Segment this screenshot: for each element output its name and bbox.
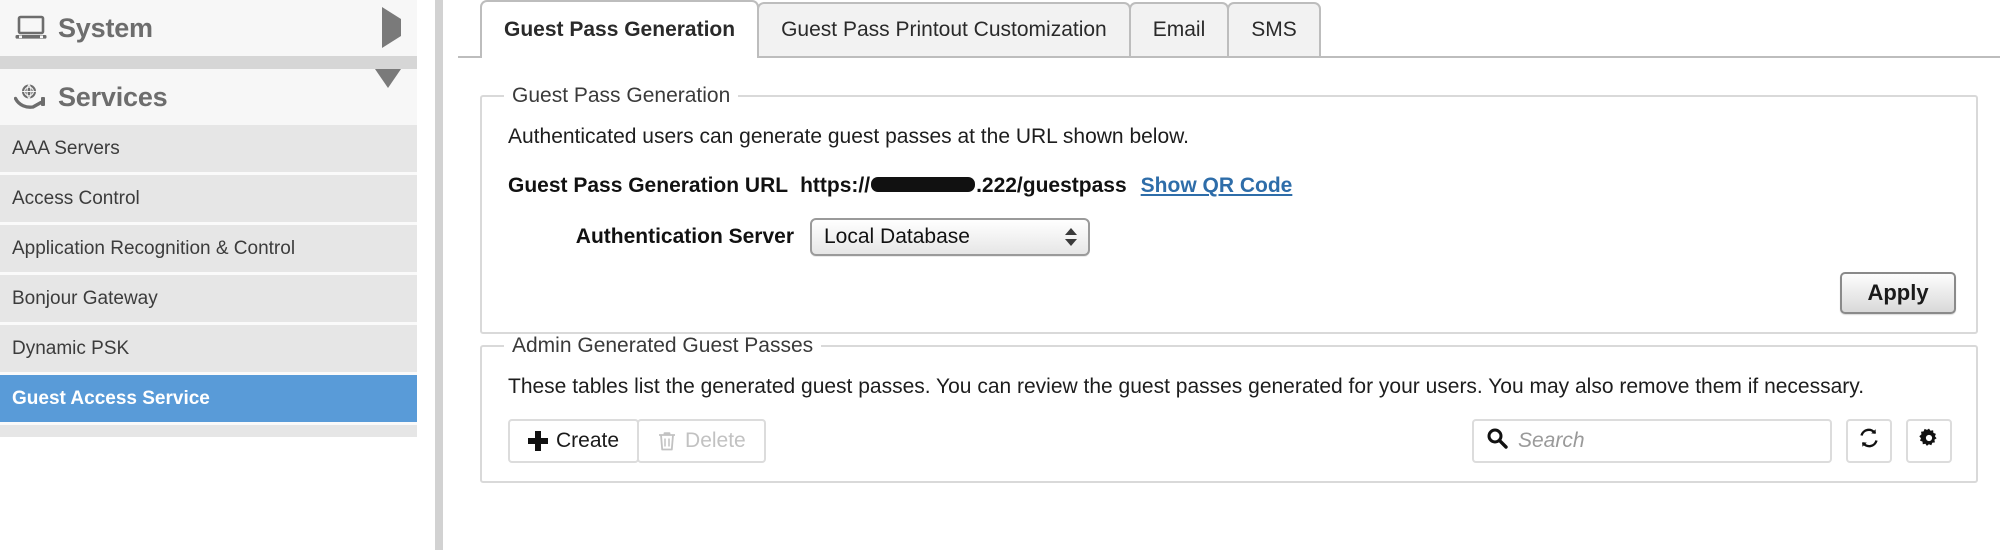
sidebar-item-label: Bonjour Gateway — [12, 287, 158, 309]
sidebar-group-label: System — [58, 12, 153, 43]
tab-label: Guest Pass Generation — [504, 18, 736, 41]
sidebar: System Services AAA Servers Access Contr… — [0, 0, 417, 550]
authentication-server-select[interactable]: Local Database — [810, 218, 1090, 257]
sidebar-item-aaa-servers[interactable]: AAA Servers — [0, 125, 417, 175]
services-hand-globe-icon — [14, 82, 48, 112]
guest-pass-toolbar: Create Delete Search — [508, 418, 1956, 463]
guest-pass-url-label: Guest Pass Generation URL — [508, 174, 789, 198]
tab-guest-pass-printout-customization[interactable]: Guest Pass Printout Customization — [757, 2, 1131, 56]
url-prefix: https:// — [800, 174, 871, 198]
tab-label: SMS — [1251, 18, 1297, 41]
apply-row: Apply — [502, 272, 1956, 315]
sidebar-group-label: Services — [58, 81, 168, 112]
main-content: Guest Pass Generation Guest Pass Printou… — [443, 0, 2000, 550]
guest-pass-url-value: https:// .222/guestpass — [800, 174, 1127, 198]
sidebar-item-label: Access Control — [12, 187, 140, 209]
refresh-icon — [1858, 427, 1880, 454]
apply-button-label: Apply — [1867, 280, 1929, 306]
settings-button[interactable] — [1906, 418, 1952, 463]
toolbar-right-group: Search — [1472, 418, 1956, 463]
create-button[interactable]: Create — [508, 418, 640, 463]
chevron-updown-icon — [1064, 228, 1078, 247]
refresh-button[interactable] — [1846, 418, 1892, 463]
sidebar-item-next-partial[interactable] — [0, 425, 417, 437]
panel-legend: Admin Generated Guest Passes — [512, 334, 814, 358]
panel-description: Authenticated users can generate guest p… — [508, 125, 1189, 148]
delete-button-label: Delete — [685, 428, 746, 452]
app-root: System Services AAA Servers Access Contr… — [0, 0, 2000, 550]
guest-pass-url-row: Guest Pass Generation URL https:// .222/g… — [508, 174, 1956, 198]
guest-pass-generation-panel: Guest Pass Generation Authenticated user… — [480, 84, 1978, 335]
sidebar-item-label: Dynamic PSK — [12, 337, 130, 359]
sidebar-item-label: Guest Access Service — [12, 387, 210, 409]
tab-sms[interactable]: SMS — [1227, 2, 1321, 56]
sidebar-item-guest-access-service[interactable]: Guest Access Service — [0, 375, 417, 425]
tab-label: Email — [1152, 18, 1206, 41]
sidebar-item-label: AAA Servers — [12, 137, 120, 159]
search-icon — [1486, 427, 1508, 454]
panels-container: Guest Pass Generation Authenticated user… — [458, 58, 2000, 483]
gear-icon — [1918, 427, 1940, 454]
redaction-mark — [871, 177, 976, 193]
show-qr-code-link[interactable]: Show QR Code — [1141, 174, 1293, 198]
tab-email[interactable]: Email — [1128, 2, 1230, 56]
sidebar-group-system[interactable]: System — [0, 0, 417, 56]
admin-generated-guest-passes-panel: Admin Generated Guest Passes These table… — [480, 334, 1978, 483]
chevron-right-icon[interactable] — [382, 7, 401, 48]
search-placeholder: Search — [1518, 428, 1585, 452]
sidebar-divider — [0, 56, 417, 69]
sidebar-item-application-recognition-control[interactable]: Application Recognition & Control — [0, 225, 417, 275]
sidebar-item-access-control[interactable]: Access Control — [0, 175, 417, 225]
plus-icon — [528, 430, 548, 451]
panel-legend: Guest Pass Generation — [512, 84, 731, 107]
tab-guest-pass-generation[interactable]: Guest Pass Generation — [480, 0, 760, 58]
trash-icon — [657, 430, 677, 452]
search-input[interactable]: Search — [1472, 418, 1832, 463]
authentication-server-row: Authentication Server Local Database — [508, 218, 1956, 257]
laptop-icon — [14, 13, 48, 43]
create-button-label: Create — [556, 428, 620, 452]
delete-button[interactable]: Delete — [637, 418, 766, 463]
sidebar-item-dynamic-psk[interactable]: Dynamic PSK — [0, 325, 417, 375]
sidebar-item-label: Application Recognition & Control — [12, 237, 296, 259]
sidebar-content-divider — [417, 0, 443, 550]
sidebar-group-services[interactable]: Services — [0, 69, 417, 125]
tab-label: Guest Pass Printout Customization — [781, 18, 1107, 41]
apply-button[interactable]: Apply — [1840, 272, 1956, 315]
sidebar-item-bonjour-gateway[interactable]: Bonjour Gateway — [0, 275, 417, 325]
panel-description: These tables list the generated guest pa… — [508, 375, 1865, 399]
authentication-server-value: Local Database — [824, 225, 970, 249]
url-suffix: .222/guestpass — [976, 174, 1127, 198]
chevron-down-icon[interactable] — [375, 69, 401, 106]
authentication-server-label: Authentication Server — [575, 225, 794, 249]
tab-bar: Guest Pass Generation Guest Pass Printou… — [458, 0, 2000, 58]
